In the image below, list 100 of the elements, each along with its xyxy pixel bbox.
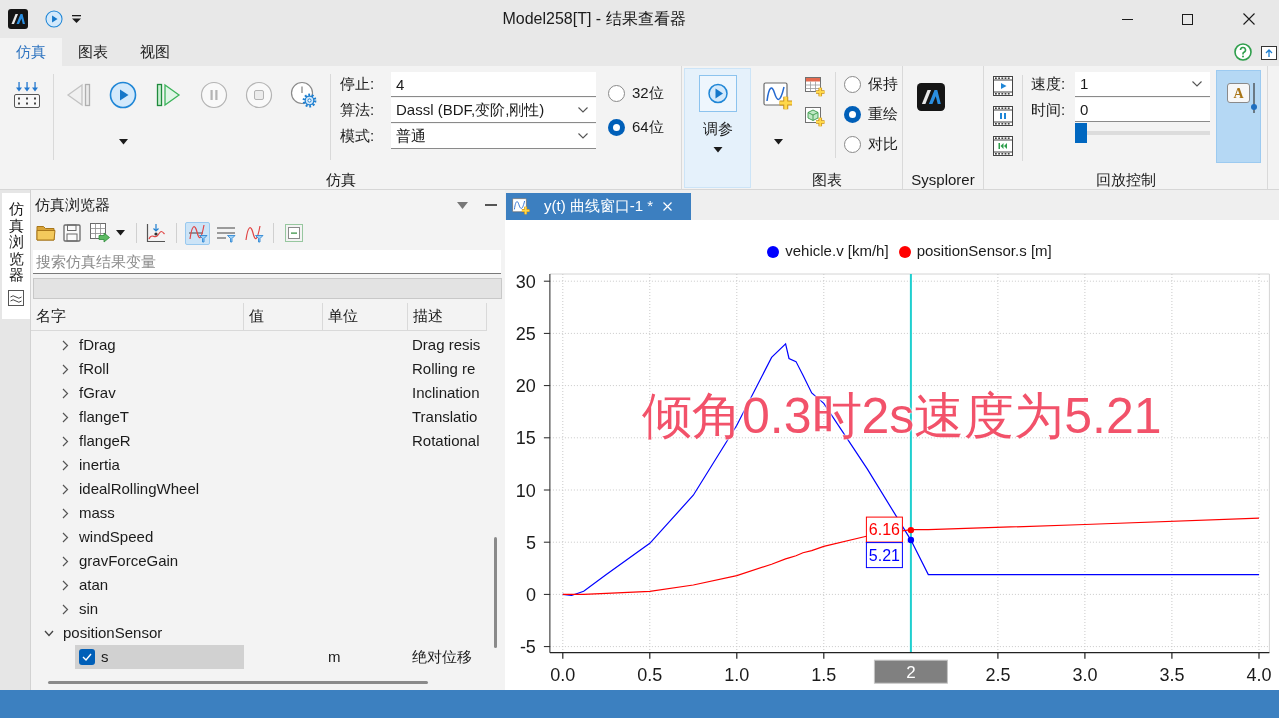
chevron-right-icon[interactable] xyxy=(62,507,69,519)
clock-gear-icon[interactable] xyxy=(290,81,318,109)
tree-item-label[interactable]: inertia xyxy=(79,453,120,477)
help-icon[interactable] xyxy=(1234,43,1252,61)
tune-button[interactable]: 调参 xyxy=(684,68,751,188)
radio-option[interactable]: 保持 xyxy=(844,72,898,96)
ribbon-tab[interactable]: 仿真 xyxy=(0,38,62,66)
group-label: 仿真 xyxy=(325,170,356,189)
radio-option[interactable]: 重绘 xyxy=(844,102,898,126)
input-field[interactable]: 0 xyxy=(1075,98,1210,122)
radio-icon[interactable] xyxy=(844,135,861,153)
window-title: Model258[T] - 结果查看器 xyxy=(502,9,686,29)
tree-item-label[interactable]: mass xyxy=(79,501,115,525)
chart-import-icon[interactable] xyxy=(146,223,166,243)
table-add-icon[interactable] xyxy=(805,77,825,97)
caret-icon[interactable] xyxy=(72,14,81,24)
table-cell: Rolling re xyxy=(412,360,476,377)
cube-add-icon[interactable] xyxy=(805,107,825,127)
column-header[interactable]: 名字 xyxy=(36,305,66,328)
play-icon[interactable] xyxy=(109,81,137,109)
radio-icon[interactable] xyxy=(844,75,861,93)
tick-label: 0.5 xyxy=(637,664,663,685)
tick-label: 25 xyxy=(515,323,536,344)
annotation-toggle[interactable]: A xyxy=(1216,70,1261,163)
tick-label: 0 xyxy=(525,584,536,605)
tree-item-label[interactable]: atan xyxy=(79,573,109,597)
ribbon-tab[interactable]: 视图 xyxy=(124,38,186,66)
chevron-right-icon[interactable] xyxy=(62,459,69,471)
tree-item-label[interactable]: sin xyxy=(79,597,99,621)
collapse-icon[interactable] xyxy=(285,224,303,242)
radio-icon[interactable] xyxy=(608,118,625,136)
chevron-right-icon[interactable] xyxy=(62,579,69,591)
chevron-right-icon[interactable] xyxy=(62,435,69,447)
film-pause-icon[interactable] xyxy=(993,106,1013,126)
chevron-down-icon[interactable] xyxy=(44,629,54,637)
film-play-icon[interactable] xyxy=(993,76,1013,96)
caret-icon[interactable] xyxy=(773,139,783,145)
group-label: 图表 xyxy=(812,170,842,189)
filter-toggle[interactable] xyxy=(185,221,210,245)
checkmark-icon xyxy=(82,653,92,661)
chart-tab[interactable]: y(t) 曲线窗口-1 * xyxy=(506,193,692,220)
input-field[interactable]: 4 xyxy=(391,72,596,97)
tree-item-label[interactable]: flangeR xyxy=(79,429,131,453)
caret-icon[interactable] xyxy=(118,139,128,145)
chevron-right-icon[interactable] xyxy=(62,411,69,423)
chevron-right-icon[interactable] xyxy=(62,531,69,543)
tree-item-label[interactable]: gravForceGain xyxy=(79,549,179,573)
radio-option[interactable]: 对比 xyxy=(844,132,898,156)
tick-label: 20 xyxy=(515,376,536,397)
table-cell: Inclination xyxy=(412,384,480,401)
caret-icon[interactable] xyxy=(116,230,125,236)
scrollbar-thumb[interactable] xyxy=(48,681,428,684)
tree-item-label[interactable]: windSpeed xyxy=(79,525,154,549)
radio-icon[interactable] xyxy=(608,84,625,102)
table-export-icon[interactable] xyxy=(90,223,110,243)
data-point-icon xyxy=(907,536,915,544)
tree-item-label[interactable]: fGrav xyxy=(79,381,116,405)
dropdown[interactable]: Dassl (BDF,变阶,刚性) xyxy=(391,98,596,123)
side-tab[interactable]: 仿真浏览器 xyxy=(2,193,30,319)
film-rewind-icon[interactable] xyxy=(993,136,1013,156)
chevron-right-icon[interactable] xyxy=(62,387,69,399)
tree-item-label[interactable]: fDrag xyxy=(79,333,116,357)
tree-item-label[interactable]: s xyxy=(101,645,109,669)
chevron-right-icon[interactable] xyxy=(62,363,69,375)
cursor-label[interactable]: 2 xyxy=(873,659,948,684)
plot-add-icon[interactable] xyxy=(763,82,793,112)
column-header[interactable]: 单位 xyxy=(328,305,358,328)
chevron-right-icon[interactable] xyxy=(62,483,69,495)
tick-label: 4.0 xyxy=(1246,664,1272,685)
dropdown[interactable]: 1 xyxy=(1075,72,1210,97)
radio-icon[interactable] xyxy=(844,105,861,123)
grid-arrows-icon[interactable] xyxy=(14,82,40,108)
tick-label: 0.0 xyxy=(550,664,576,685)
folder-icon[interactable] xyxy=(36,224,56,242)
play-icon[interactable] xyxy=(45,10,63,28)
chevron-down-icon xyxy=(578,107,588,113)
tree-item-label[interactable]: fRoll xyxy=(79,357,109,381)
chevron-right-icon[interactable] xyxy=(62,339,69,351)
chevron-right-icon[interactable] xyxy=(62,555,69,567)
dropdown[interactable]: 普通 xyxy=(391,124,596,149)
checkbox[interactable] xyxy=(79,649,95,665)
save-icon[interactable] xyxy=(63,224,81,242)
legend-label: vehicle.v [km/h] xyxy=(785,241,889,262)
table-cell: Translatio xyxy=(412,408,478,425)
radio-option[interactable]: 32位 xyxy=(608,81,664,105)
sysplorer-logo-icon[interactable] xyxy=(917,83,945,111)
tree-item-label[interactable]: flangeT xyxy=(79,405,130,429)
column-header[interactable]: 描述 xyxy=(413,305,443,328)
chevron-down-icon xyxy=(1192,81,1202,87)
close-icon[interactable] xyxy=(663,202,673,211)
scrollbar-thumb[interactable] xyxy=(494,537,497,648)
radio-option[interactable]: 64位 xyxy=(608,115,664,139)
tree-item-label[interactable]: positionSensor xyxy=(63,621,163,645)
step-forward-icon[interactable] xyxy=(154,81,182,109)
search-field[interactable]: 搜索仿真结果变量 xyxy=(33,250,501,274)
tree-item-label[interactable]: idealRollingWheel xyxy=(79,477,200,501)
slider-thumb[interactable] xyxy=(1075,123,1087,143)
ribbon-tab[interactable]: 图表 xyxy=(62,38,124,66)
column-header[interactable]: 值 xyxy=(249,305,264,328)
chevron-right-icon[interactable] xyxy=(62,603,69,615)
